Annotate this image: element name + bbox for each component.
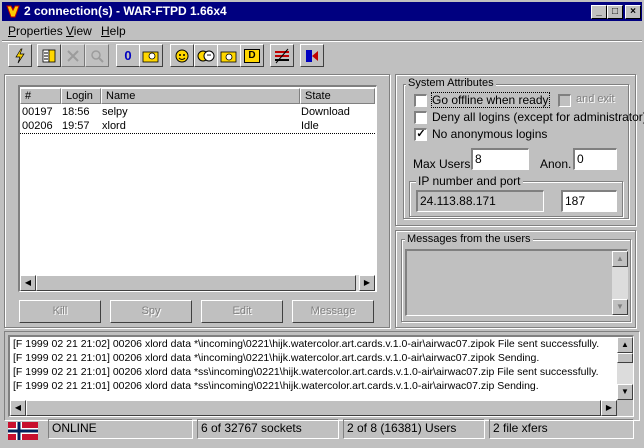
title-bar[interactable]: 2 connection(s) - WAR-FTPD 1.66x4 _ □ × [2,2,642,21]
menu-view[interactable]: View [66,24,92,38]
d-icon[interactable]: D [240,44,264,67]
column-header-name[interactable]: Name [101,88,300,104]
zero-icon-label: 0 [124,48,132,63]
max-users-input[interactable]: 8 [471,148,529,170]
status-users: 2 of 8 (16381) Users [343,419,485,439]
row-id: 00197 [22,106,53,118]
messages-box[interactable]: ▲ ▼ [405,249,628,316]
kick-icon[interactable] [61,44,85,67]
scroll-thumb[interactable] [36,275,356,291]
and-exit-checkbox[interactable] [558,94,571,107]
edit-button[interactable]: Edit [201,300,283,323]
search-user-icon[interactable] [85,44,109,67]
messages-vscrollbar[interactable]: ▲ ▼ [612,251,628,315]
scroll-left-button[interactable]: ◀ [20,275,36,291]
log-vscrollbar[interactable]: ▲ ▼ [617,337,633,400]
log-line: [F 1999 02 21 21:01] 00206 xlord data *\… [13,352,540,364]
maximize-button[interactable]: □ [607,5,623,19]
port-input[interactable]: 187 [561,190,617,212]
ip-port-title: IP number and port [416,174,523,188]
deny-all-checkbox[interactable] [414,111,427,124]
ip-number-field: 24.113.88.171 [416,190,544,212]
scroll-thumb[interactable] [26,400,601,416]
log-line: [F 1999 02 21 21:01] 00206 xlord data *s… [13,366,599,378]
row-login: 18:56 [62,106,90,118]
row-name: selpy [102,106,128,118]
exit-door-icon[interactable] [300,44,324,67]
connections-list[interactable]: # Login Name State 00197 18:56 selpy Dow… [18,85,377,292]
system-attributes-title: System Attributes [406,77,496,89]
and-exit-label[interactable]: and exit [576,93,615,105]
folder-face-icon[interactable] [217,44,241,67]
faces-icon[interactable] [194,44,218,67]
users-list-icon[interactable] [37,44,61,67]
d-icon-label: D [244,48,260,63]
kill-button[interactable]: Kill [19,300,101,323]
norway-flag-icon [8,422,38,440]
table-row[interactable]: 00206 19:57 xlord Idle [20,120,375,134]
messages-title: Messages from the users [405,233,533,245]
scroll-right-button[interactable]: ▶ [359,275,375,291]
close-button[interactable]: × [625,5,641,19]
row-state: Download [301,106,350,118]
column-header-id[interactable]: # [20,88,61,104]
connections-hscrollbar[interactable]: ◀ ▶ [20,275,375,291]
table-row[interactable]: 00197 18:56 selpy Download [20,106,375,120]
status-xfers: 2 file xfers [489,419,634,439]
war-ftpd-app-icon[interactable] [5,4,21,19]
menu-properties[interactable]: Properties [8,24,63,38]
spy-button[interactable]: Spy [110,300,192,323]
no-anon-label[interactable]: No anonymous logins [432,127,547,141]
row-login: 19:57 [62,120,90,132]
menu-bar: Properties View Help [2,22,642,40]
window-title: 2 connection(s) - WAR-FTPD 1.66x4 [24,4,227,18]
status-sockets: 6 of 32767 sockets [197,419,339,439]
minimize-button[interactable]: _ [591,5,607,19]
face-icon[interactable] [170,44,194,67]
menu-divider-light [2,41,642,42]
status-online: ONLINE [48,419,193,439]
scroll-up-button[interactable]: ▲ [612,251,628,267]
message-button[interactable]: Message [292,300,374,323]
scroll-up-button[interactable]: ▲ [617,337,633,353]
scroll-right-button[interactable]: ▶ [601,400,617,416]
scroll-left-button[interactable]: ◀ [10,400,26,416]
log-line: [F 1999 02 21 21:02] 00206 xlord data *\… [13,338,600,350]
flag-striped-icon[interactable] [270,44,294,67]
anon-label: Anon. [540,157,572,171]
log-window[interactable]: [F 1999 02 21 21:02] 00206 xlord data *\… [8,335,634,417]
log-line: [F 1999 02 21 21:01] 00206 xlord data *s… [13,380,539,392]
no-anon-checkbox[interactable]: ✓ [414,128,427,141]
folder-user-icon[interactable] [139,44,163,67]
anon-input[interactable]: 0 [573,148,617,170]
scroll-down-button[interactable]: ▼ [612,299,628,315]
deny-all-label[interactable]: Deny all logins (except for administrato… [432,110,644,124]
column-header-login[interactable]: Login [61,88,101,104]
menu-help[interactable]: Help [101,24,126,38]
zero-icon[interactable]: 0 [116,44,140,67]
max-users-label: Max Users [413,157,471,171]
scroll-down-button[interactable]: ▼ [617,384,633,400]
scroll-thumb[interactable] [617,353,633,363]
row-state: Idle [301,120,319,132]
scroll-corner [617,400,633,416]
row-name: xlord [102,120,126,132]
log-hscrollbar[interactable]: ◀ ▶ [10,400,617,416]
go-offline-label[interactable]: Go offline when ready [431,92,550,108]
go-offline-checkbox[interactable] [414,94,427,107]
lightning-icon[interactable] [8,44,32,67]
row-id: 00206 [22,120,53,132]
column-header-state[interactable]: State [300,88,375,104]
